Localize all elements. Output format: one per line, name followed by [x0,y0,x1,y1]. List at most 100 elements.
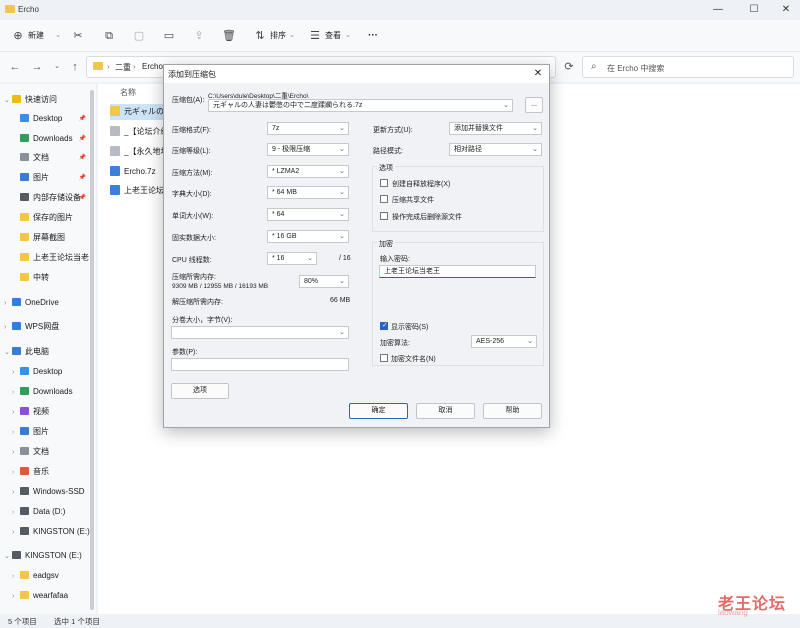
chevron-icon[interactable]: ⌄ [4,344,12,361]
minimize-button[interactable]: — [704,3,732,17]
dialog-close-button[interactable]: ✕ [531,67,545,81]
sidebar-item[interactable]: › Desktop [0,363,96,381]
sidebar-item[interactable]: › 文档 [0,443,96,461]
sidebar-item[interactable]: 保存的图片 [0,209,96,227]
shared-checkbox[interactable] [380,195,388,203]
maximize-button[interactable]: ☐ [740,3,768,17]
chevron-icon[interactable]: › [12,568,20,585]
params-input[interactable] [171,358,349,371]
delete-after-checkbox[interactable] [380,212,388,220]
format-select[interactable]: 7z ⌄ [267,122,349,135]
ok-button[interactable]: 确定 [349,403,408,419]
sidebar-item[interactable]: 中转 [0,269,96,287]
dict-select[interactable]: * 64 MB ⌄ [267,186,349,199]
archive-name-combo[interactable]: 元ギャルの人妻は鬱憋の中で二度蹂躙られる.7z ⌄ [208,99,513,112]
chevron-icon[interactable]: ⌄ [4,92,12,109]
refresh-icon[interactable]: ⟳ [562,60,576,74]
file-row[interactable]: _【永久地址 [110,144,165,160]
sidebar-item[interactable]: ⌄ 此电脑 [0,343,96,361]
drive-icon [20,487,29,495]
more-button[interactable]: ··· [368,28,378,44]
path-select[interactable]: 相对路径 ⌄ [449,143,542,156]
chevron-icon[interactable]: › [4,319,12,336]
breadcrumb-item[interactable]: 二重 [115,62,131,73]
chevron-down-icon: ⌄ [339,146,345,153]
share-icon[interactable]: ⇪ [191,28,207,44]
sidebar-item[interactable]: 图片 📌 [0,169,96,187]
sidebar-item[interactable]: 上老王论坛当老 [0,249,96,267]
document-icon [20,153,29,161]
breadcrumb-item[interactable]: Ercho [142,62,163,71]
level-select[interactable]: 9 - 极限压缩 ⌄ [267,143,349,156]
chevron-icon[interactable]: › [12,504,20,521]
options-button[interactable]: 选项 [171,383,229,399]
file-row[interactable]: 上老王论坛 [110,183,165,199]
sidebar-item[interactable]: Desktop 📌 [0,110,96,128]
chevron-icon[interactable]: › [12,588,20,605]
sidebar-item[interactable]: › Data (D:) [0,503,96,521]
delete-icon[interactable]: 🗑 [221,28,237,44]
sidebar-item[interactable]: › eadgsv [0,567,96,585]
sidebar-item[interactable]: ⌄ 快速访问 [0,91,96,109]
sfx-checkbox[interactable] [380,179,388,187]
up-icon[interactable]: ↑ [68,60,82,74]
folder-icon [20,273,29,281]
cancel-button[interactable]: 取消 [416,403,475,419]
sidebar-item[interactable]: › 音乐 [0,463,96,481]
rename-icon[interactable]: ▭ [161,28,177,44]
chevron-icon[interactable]: › [12,404,20,421]
enc-method-select[interactable]: AES-256 ⌄ [471,335,537,348]
chevron-icon[interactable]: › [4,295,12,312]
new-button[interactable]: 新建 [28,28,44,44]
help-button[interactable]: 帮助 [483,403,542,419]
sidebar-item[interactable]: Downloads 📌 [0,130,96,148]
update-select[interactable]: 添加并替换文件 ⌄ [449,122,542,135]
forward-icon[interactable]: → [30,60,44,74]
chevron-icon[interactable]: › [12,484,20,501]
chevron-icon[interactable]: › [12,384,20,401]
browse-button[interactable]: ... [525,97,543,113]
sidebar-item[interactable]: › 视频 [0,403,96,421]
sidebar-item[interactable]: › wearfafaa [0,587,96,605]
back-icon[interactable]: ← [8,60,22,74]
sidebar-item[interactable]: › WPS网盘 [0,318,96,336]
encrypt-names-checkbox[interactable] [380,354,388,362]
sidebar-item[interactable]: ⌄ KINGSTON (E:) [0,547,96,565]
paste-icon[interactable]: ▢ [131,28,147,44]
threads-select[interactable]: * 16 ⌄ [267,252,317,265]
search-box[interactable]: ⌕ 在 Ercho 中搜索 [582,56,794,78]
sidebar-item[interactable]: › OneDrive [0,294,96,312]
sidebar-item[interactable]: › Windows-SSD [0,483,96,501]
chevron-down-icon: ⌄ [289,32,295,39]
close-button[interactable]: ✕ [772,3,800,17]
sidebar-item[interactable]: 内部存储设备 📌 [0,189,96,207]
sidebar-item[interactable]: › KINGSTON (E:) [0,523,96,541]
chevron-icon[interactable]: ⌄ [4,548,12,565]
mem-percent-select[interactable]: 80% ⌄ [299,275,349,288]
chevron-icon[interactable]: › [12,444,20,461]
file-row[interactable]: 元ギャルの人 [110,104,165,120]
chevron-icon[interactable]: › [12,524,20,541]
password-input[interactable]: 上老王论坛当老王 [379,265,536,278]
solid-select[interactable]: * 16 GB ⌄ [267,230,349,243]
split-combo[interactable]: ⌄ [171,326,349,339]
copy-icon[interactable]: ⧉ [101,28,117,44]
chevron-icon[interactable]: › [12,364,20,381]
sidebar-item[interactable]: › 图片 [0,423,96,441]
show-password-checkbox[interactable] [380,321,388,330]
view-button[interactable]: 查看 [325,28,341,44]
chevron-icon[interactable]: › [12,464,20,481]
word-select[interactable]: * 64 ⌄ [267,208,349,221]
archive-label: 压缩包(A): [172,97,205,104]
recent-chevron-icon[interactable]: ⌄ [50,60,64,74]
cut-icon[interactable]: ✂ [70,28,86,44]
sidebar-item[interactable]: 文档 📌 [0,149,96,167]
file-row[interactable]: Ercho.7z [110,164,165,180]
sidebar-item[interactable]: › Downloads [0,383,96,401]
method-select[interactable]: * LZMA2 ⌄ [267,165,349,178]
password-label: 输入密码: [380,256,410,263]
sidebar-item[interactable]: 屏幕截图 [0,229,96,247]
column-header-name[interactable]: 名称 [120,87,136,98]
file-row[interactable]: _【论坛介绍 [110,124,165,140]
chevron-icon[interactable]: › [12,424,20,441]
